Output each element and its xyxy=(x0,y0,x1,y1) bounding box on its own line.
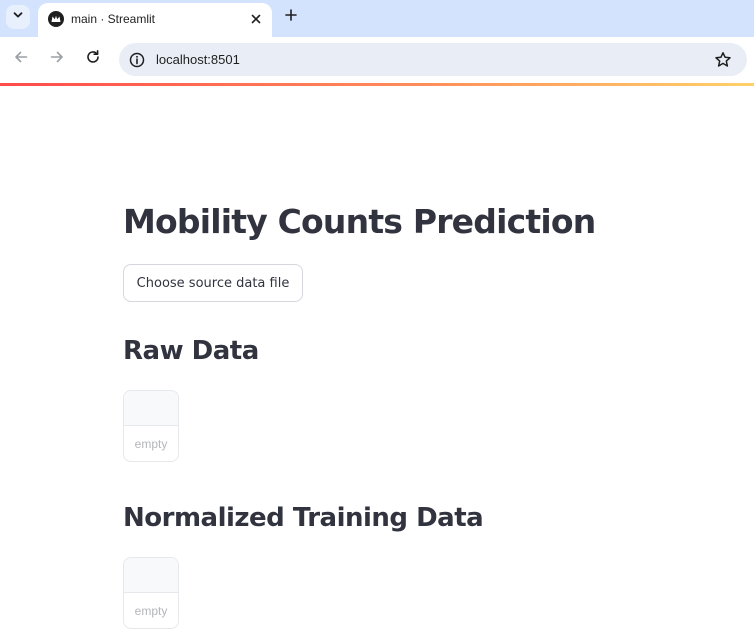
plus-icon xyxy=(285,8,297,26)
browser-tab-bar: main · Streamlit xyxy=(0,0,754,37)
chevron-down-icon xyxy=(12,8,24,26)
choose-file-button[interactable]: Choose source data file xyxy=(123,264,303,302)
back-button[interactable] xyxy=(10,48,32,70)
arrow-left-icon xyxy=(13,49,29,70)
reload-button[interactable] xyxy=(82,48,104,70)
browser-toolbar: localhost:8501 xyxy=(0,37,754,83)
star-icon[interactable] xyxy=(712,49,734,71)
tab-title: main · Streamlit xyxy=(71,12,156,26)
reload-icon xyxy=(85,49,101,70)
tab-search-button[interactable] xyxy=(6,5,30,29)
streamlit-crown-icon xyxy=(48,11,64,27)
arrow-right-icon xyxy=(49,49,65,70)
address-bar[interactable]: localhost:8501 xyxy=(119,43,747,76)
raw-data-table[interactable]: empty xyxy=(123,390,179,462)
table-empty-cell: empty xyxy=(134,603,168,618)
url-text: localhost:8501 xyxy=(156,52,240,67)
new-tab-button[interactable] xyxy=(281,7,301,27)
close-tab-button[interactable] xyxy=(247,11,265,29)
close-icon xyxy=(251,11,261,29)
table-header xyxy=(124,391,178,426)
page-title: Mobility Counts Prediction xyxy=(123,202,596,241)
forward-button[interactable] xyxy=(46,48,68,70)
info-icon[interactable] xyxy=(128,51,146,69)
normalized-training-data-heading: Normalized Training Data xyxy=(123,503,484,533)
app-main: Mobility Counts Prediction Choose source… xyxy=(0,86,754,636)
browser-tab-active[interactable]: main · Streamlit xyxy=(38,3,272,37)
raw-data-heading: Raw Data xyxy=(123,336,259,366)
normalized-training-data-table[interactable]: empty xyxy=(123,557,179,629)
table-empty-cell: empty xyxy=(134,436,168,451)
table-header xyxy=(124,558,178,593)
